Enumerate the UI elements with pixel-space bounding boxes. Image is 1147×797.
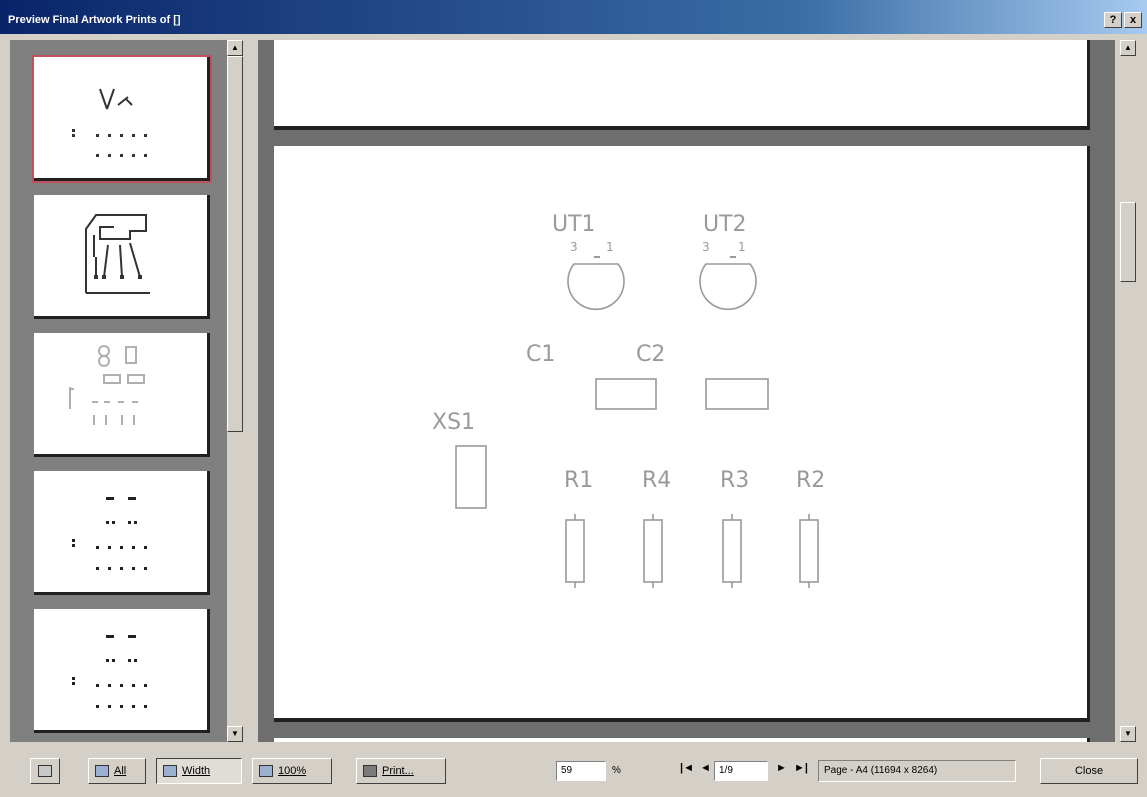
- fit-width-button[interactable]: Width: [156, 758, 242, 784]
- help-button[interactable]: ?: [1104, 12, 1122, 28]
- all-pages-icon: [38, 765, 52, 777]
- thumbnail-3-art: [69, 345, 145, 425]
- pin-mark-ut2-right: 1: [738, 240, 746, 254]
- thumbnail-scroll-thumb[interactable]: [227, 56, 243, 432]
- scroll-down-icon: ▼: [1124, 729, 1132, 738]
- thumbnail-pane[interactable]: [10, 40, 243, 742]
- preview-scroll-thumb[interactable]: [1120, 202, 1136, 282]
- pin-mark-ut1-right: 1: [606, 240, 614, 254]
- scroll-up-icon: ▲: [231, 43, 239, 52]
- preview-page-next: [274, 738, 1090, 742]
- next-page-button[interactable]: ►: [776, 762, 787, 774]
- prev-page-button[interactable]: ◄: [700, 762, 711, 774]
- component-label-c2: C2: [636, 342, 666, 367]
- thumbnail-scroll-up-button[interactable]: ▲: [227, 40, 243, 56]
- pin-mark-ut2-left: 3: [702, 240, 710, 254]
- page-size-status: Page - A4 (11694 x 8264): [818, 760, 1016, 782]
- component-label-ut2: UT2: [703, 212, 747, 237]
- print-button[interactable]: Print...: [356, 758, 446, 784]
- thumbnail-1-art: [72, 88, 147, 157]
- view-all-button[interactable]: All: [88, 758, 146, 784]
- preview-viewport[interactable]: UT1 UT2 3 1 3 1 C1 C2 XS1 R1 R4 R3 R2: [258, 40, 1115, 742]
- pcb-overlay-art: [455, 256, 819, 588]
- all-pages-icon: [95, 765, 109, 777]
- preview-page-previous: [274, 40, 1090, 130]
- preview-scroll-down-button[interactable]: ▼: [1120, 726, 1136, 742]
- component-label-xs1: XS1: [432, 410, 476, 435]
- zoom-100-icon: [259, 765, 273, 777]
- preview-scroll-up-button[interactable]: ▲: [1120, 40, 1136, 56]
- component-label-ut1: UT1: [552, 212, 596, 237]
- title-bar: Preview Final Artwork Prints of [] ? x: [0, 0, 1147, 34]
- component-label-r3: R3: [720, 468, 750, 493]
- printer-icon: [363, 765, 377, 777]
- window-title: Preview Final Artwork Prints of []: [8, 14, 181, 26]
- close-label: Close: [1074, 765, 1104, 777]
- zoom-100-label: 100%: [278, 765, 307, 777]
- component-label-r1: R1: [564, 468, 594, 493]
- preview-page-current: UT1 UT2 3 1 3 1 C1 C2 XS1 R1 R4 R3 R2: [274, 146, 1090, 722]
- bottom-toolbar: All Width 100% Print... 59 % |◄ ◄ 1/9 ► …: [0, 748, 1147, 797]
- thumbnail-toggle-button[interactable]: [30, 758, 60, 784]
- fit-width-icon: [163, 765, 177, 777]
- thumbnail-scrollbar[interactable]: ▲ ▼: [227, 40, 243, 742]
- close-icon: x: [1129, 14, 1137, 26]
- page-thumbnail-4[interactable]: [34, 471, 210, 595]
- page-thumbnail-1[interactable]: [32, 55, 212, 183]
- first-page-button[interactable]: |◄: [680, 762, 694, 774]
- page-thumbnail-2[interactable]: [34, 195, 210, 319]
- last-page-button[interactable]: ►|: [794, 762, 808, 774]
- view-all-label: All: [114, 765, 127, 777]
- pin-mark-ut1-left: 3: [570, 240, 578, 254]
- page-number-input[interactable]: 1/9: [714, 761, 768, 781]
- zoom-unit: %: [612, 765, 621, 776]
- scroll-down-icon: ▼: [231, 729, 239, 738]
- page-thumbnail-5[interactable]: [34, 609, 210, 733]
- zoom-input[interactable]: 59: [556, 761, 606, 781]
- thumbnail-scroll-down-button[interactable]: ▼: [227, 726, 243, 742]
- thumbnail-2-art: [85, 214, 150, 294]
- close-window-button[interactable]: x: [1124, 12, 1142, 28]
- print-label: Print...: [382, 765, 414, 777]
- zoom-100-button[interactable]: 100%: [252, 758, 332, 784]
- close-button[interactable]: Close: [1040, 758, 1138, 784]
- page-thumbnail-3[interactable]: [34, 333, 210, 457]
- help-icon: ?: [1109, 14, 1117, 26]
- component-label-c1: C1: [526, 342, 556, 367]
- component-label-r4: R4: [642, 468, 672, 493]
- thumbnail-4-art: [72, 497, 147, 570]
- thumbnail-5-art: [72, 635, 147, 708]
- scroll-up-icon: ▲: [1124, 43, 1132, 52]
- fit-width-label: Width: [182, 765, 211, 777]
- preview-scrollbar[interactable]: ▲ ▼: [1120, 40, 1136, 742]
- component-label-r2: R2: [796, 468, 826, 493]
